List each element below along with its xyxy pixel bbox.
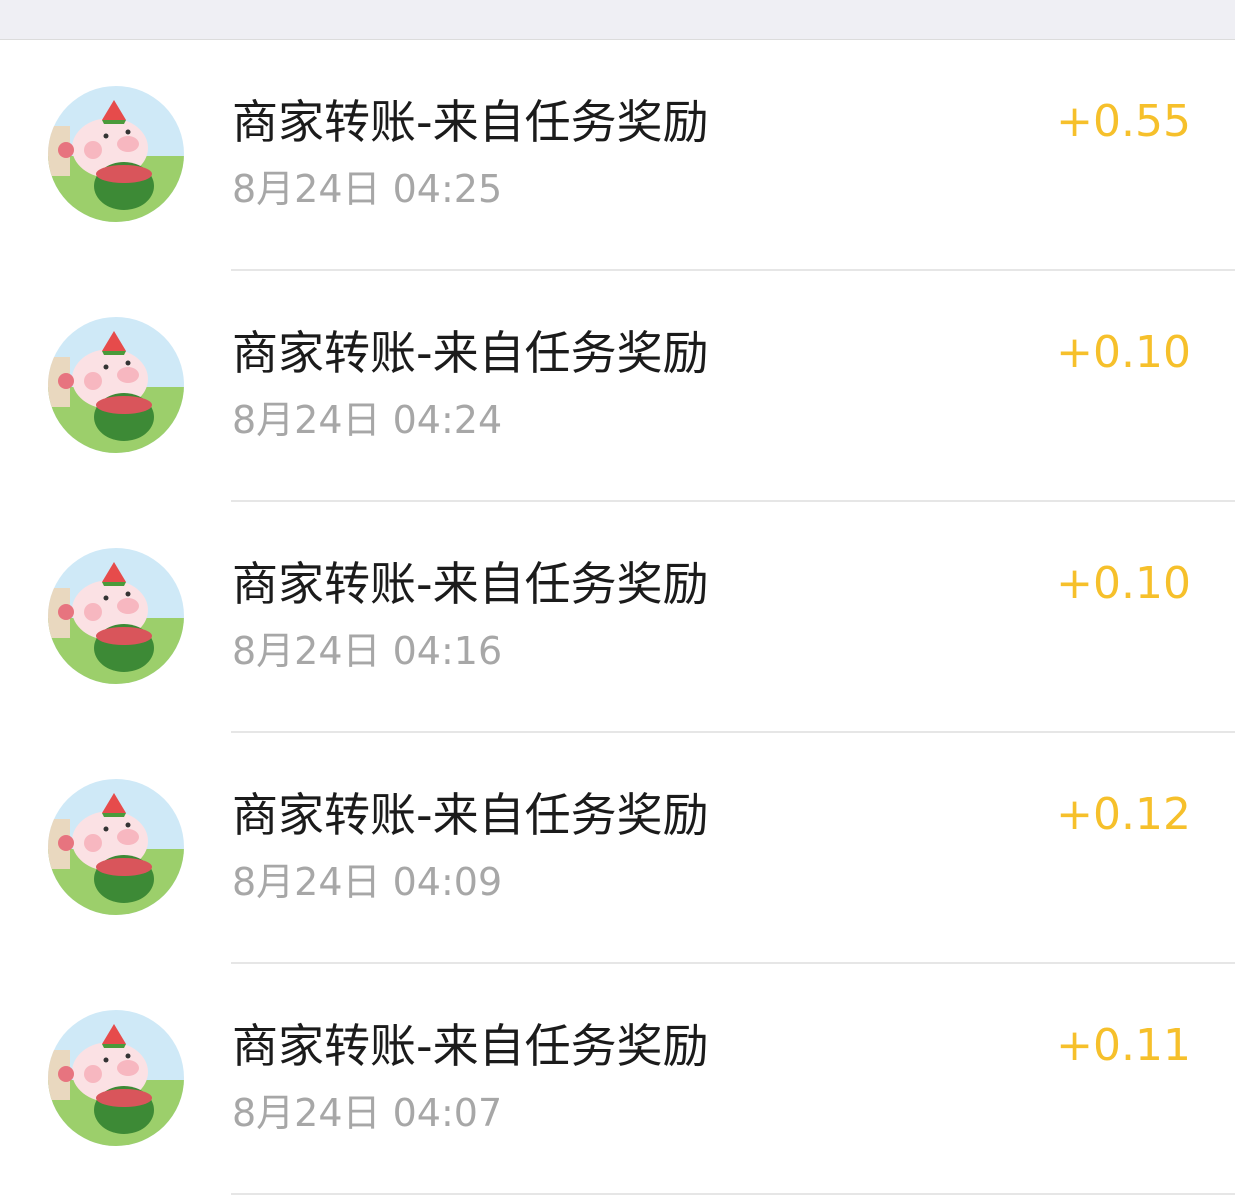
pig-avatar-icon xyxy=(48,779,184,915)
transaction-amount: +0.11 xyxy=(1056,1020,1191,1071)
transaction-row[interactable]: 商家转账-来自任务奖励 8月24日 04:24 +0.10 xyxy=(0,271,1235,502)
pig-avatar-icon xyxy=(48,317,184,453)
transaction-row[interactable]: 商家转账-来自任务奖励 8月24日 04:25 +0.55 xyxy=(0,40,1235,271)
transaction-time: 8月24日 04:24 xyxy=(232,398,503,442)
transaction-title: 商家转账-来自任务奖励 xyxy=(232,557,709,611)
pig-avatar-icon xyxy=(48,86,184,222)
transaction-title: 商家转账-来自任务奖励 xyxy=(232,788,709,842)
transaction-title: 商家转账-来自任务奖励 xyxy=(232,95,709,149)
transaction-time: 8月24日 04:07 xyxy=(232,1091,503,1135)
transaction-amount: +0.12 xyxy=(1056,789,1191,840)
pig-avatar-icon xyxy=(48,1010,184,1146)
pig-avatar-icon xyxy=(48,548,184,684)
top-bar xyxy=(0,0,1235,40)
transaction-row[interactable]: 商家转账-来自任务奖励 8月24日 04:16 +0.10 xyxy=(0,502,1235,733)
transaction-amount: +0.10 xyxy=(1056,327,1191,378)
transaction-time: 8月24日 04:25 xyxy=(232,167,503,211)
transaction-amount: +0.10 xyxy=(1056,558,1191,609)
transaction-time: 8月24日 04:16 xyxy=(232,629,503,673)
transaction-title: 商家转账-来自任务奖励 xyxy=(232,1019,709,1073)
transaction-amount: +0.55 xyxy=(1056,96,1191,147)
transaction-time: 8月24日 04:09 xyxy=(232,860,503,904)
transaction-row[interactable]: 商家转账-来自任务奖励 8月24日 04:07 +0.11 xyxy=(0,964,1235,1195)
transaction-row[interactable]: 商家转账-来自任务奖励 8月24日 04:09 +0.12 xyxy=(0,733,1235,964)
transaction-title: 商家转账-来自任务奖励 xyxy=(232,326,709,380)
transaction-list: 商家转账-来自任务奖励 8月24日 04:25 +0.55 商家转账-来自任务奖 xyxy=(0,40,1235,1195)
